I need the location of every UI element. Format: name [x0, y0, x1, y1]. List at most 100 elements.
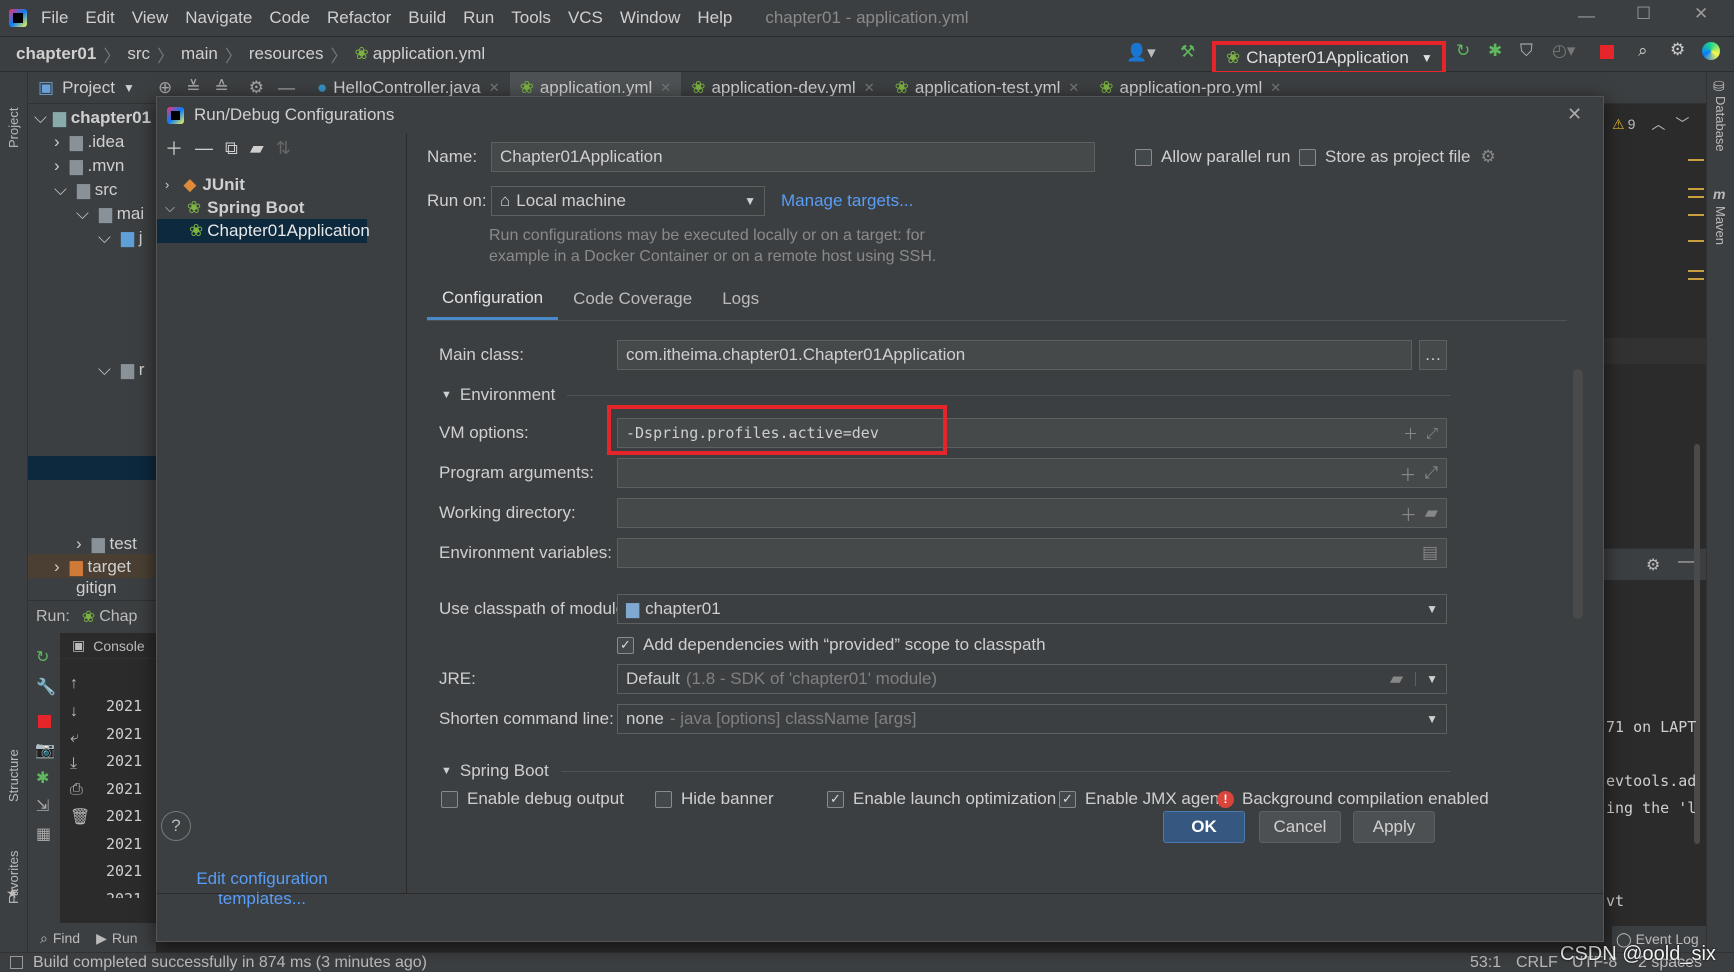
tree-chapter01-application[interactable]: ❀ Chapter01Application	[157, 219, 370, 243]
tree-item-java[interactable]: ⌵ ▆ j	[98, 226, 142, 249]
tree-item-mvn[interactable]: › ▆ .mvn	[54, 154, 124, 177]
tab-code-coverage[interactable]: Code Coverage	[558, 289, 707, 320]
enable-debug-checkbox[interactable]: Enable debug output	[441, 789, 624, 809]
warning-stripe[interactable]	[1688, 214, 1704, 216]
spring-boot-section[interactable]: ▼ Spring Boot	[441, 761, 1451, 781]
environment-section[interactable]: ▼ Environment	[441, 385, 1451, 405]
cancel-button[interactable]: Cancel	[1259, 811, 1341, 843]
find-tab[interactable]: Find	[53, 930, 80, 946]
chevron-up-icon[interactable]: ︿	[1651, 114, 1665, 134]
wrench-icon[interactable]: 🔧	[36, 677, 60, 697]
breadcrumb-resources[interactable]: resources	[249, 44, 324, 64]
jre-select[interactable]: Default (1.8 - SDK of 'chapter01' module…	[617, 664, 1447, 694]
run-tab[interactable]: Run	[112, 930, 138, 946]
manage-targets-link[interactable]: Manage targets...	[781, 191, 913, 211]
breadcrumb-src[interactable]: src	[127, 44, 150, 64]
scroll-end-icon[interactable]: ⤓	[70, 755, 94, 773]
rerun-icon[interactable]: ↻	[36, 647, 60, 667]
close-tab-icon[interactable]: ✕	[1270, 80, 1281, 96]
rerun-icon[interactable]: ↻	[1456, 41, 1470, 61]
tree-spring-boot[interactable]: ⌵ ❀ Spring Boot	[165, 196, 304, 219]
name-input[interactable]: Chapter01Application	[491, 142, 1095, 172]
new-folder-icon[interactable]: ▰	[250, 138, 264, 159]
menu-code[interactable]: Code	[269, 8, 310, 28]
breadcrumb-project[interactable]: chapter01	[16, 44, 96, 64]
main-class-input[interactable]: com.itheima.chapter01.Chapter01Applicati…	[617, 340, 1412, 370]
tool-maven-tab[interactable]: Maven	[1713, 206, 1728, 245]
tree-item-resources[interactable]: ⌵ ▆ r	[98, 358, 144, 381]
debug-icon[interactable]: ✱	[1488, 41, 1502, 61]
tree-junit[interactable]: › ◆ JUnit	[165, 173, 245, 196]
profile-icon[interactable]: ◴▾	[1552, 41, 1575, 61]
run-config-selector[interactable]: ❀ Chapter01Application ▼	[1212, 41, 1446, 75]
user-icon[interactable]: 👤▾	[1126, 43, 1156, 63]
close-dialog-icon[interactable]: ✕	[1567, 104, 1582, 125]
add-deps-checkbox[interactable]: ✓ Add dependencies with “provided” scope …	[617, 635, 1046, 655]
warning-stripe[interactable]	[1688, 196, 1704, 198]
apply-button[interactable]: Apply	[1353, 811, 1435, 843]
chevron-down-icon[interactable]: ﹀	[1675, 114, 1689, 134]
soft-wrap-icon[interactable]: ⤶	[70, 729, 94, 747]
copy-icon[interactable]: ⧉	[225, 138, 238, 159]
stop-icon[interactable]	[38, 715, 51, 728]
menu-help[interactable]: Help	[697, 8, 732, 28]
chevron-down-icon[interactable]: ▼	[1415, 672, 1438, 686]
tree-item-idea[interactable]: › ▆ .idea	[54, 130, 124, 153]
hide-panel-icon[interactable]: —	[1678, 553, 1694, 571]
arrow-up-icon[interactable]: ↑	[70, 675, 94, 693]
debug-icon[interactable]: ✱	[36, 768, 60, 788]
login-icon[interactable]: ⇲	[36, 796, 60, 816]
minimize-icon[interactable]: —	[1578, 6, 1595, 26]
tree-root[interactable]: ⌵ ▆ chapter01	[34, 106, 151, 129]
menu-tools[interactable]: Tools	[511, 8, 551, 28]
dialog-scrollbar[interactable]	[1573, 369, 1583, 619]
maximize-icon[interactable]: ☐	[1636, 4, 1651, 24]
tree-item-test[interactable]: › ▆ test	[76, 532, 137, 555]
stop-icon[interactable]	[1600, 45, 1614, 59]
tab-configuration[interactable]: Configuration	[427, 288, 559, 320]
coverage-icon[interactable]: ⛉	[1520, 41, 1533, 61]
console-tab[interactable]: ▣ Console	[60, 633, 156, 659]
project-panel-header[interactable]: ▣ Project ▼	[28, 72, 148, 104]
close-tab-icon[interactable]: ✕	[660, 80, 671, 96]
close-tab-icon[interactable]: ✕	[864, 80, 875, 96]
locate-icon[interactable]: ⊕	[158, 78, 172, 98]
program-args-input[interactable]: ＋ ⤢	[617, 458, 1447, 488]
add-icon[interactable]: ＋	[165, 135, 183, 161]
ok-button[interactable]: OK	[1163, 811, 1245, 843]
document-icon[interactable]: ▤	[1422, 543, 1438, 563]
tree-selected-row[interactable]	[28, 456, 156, 480]
line-separator[interactable]: CRLF	[1516, 954, 1558, 972]
menu-file[interactable]: File	[41, 8, 68, 28]
working-dir-input[interactable]: ＋ ▰	[617, 498, 1447, 528]
settings-gear-icon[interactable]: ⚙	[1670, 40, 1685, 60]
print-icon[interactable]: ⎙	[70, 781, 94, 799]
status-toggle-icon[interactable]	[10, 956, 23, 969]
caret-position[interactable]: 53:1	[1470, 954, 1501, 972]
tool-structure-tab[interactable]: Structure	[6, 722, 21, 802]
breadcrumb-file[interactable]: application.yml	[373, 44, 485, 64]
menu-view[interactable]: View	[132, 8, 169, 28]
gear-icon[interactable]: ⚙	[1481, 147, 1496, 167]
browse-main-class-button[interactable]: …	[1419, 340, 1447, 370]
menu-run[interactable]: Run	[463, 8, 494, 28]
shorten-select[interactable]: none - java [options] className [args] ▼	[617, 704, 1447, 734]
warning-stripe[interactable]	[1688, 278, 1704, 280]
expand-icon[interactable]: ⤢	[1424, 463, 1438, 483]
tool-database-tab[interactable]: Database	[1713, 96, 1728, 152]
run-on-select[interactable]: ⌂ Local machine ▼	[491, 186, 765, 216]
search-icon[interactable]: ⌕	[1638, 41, 1648, 61]
tool-project-tab[interactable]: Project	[6, 78, 21, 148]
folder-icon[interactable]: ▰	[1425, 503, 1438, 523]
warning-stripe[interactable]	[1688, 270, 1704, 272]
add-icon[interactable]: ＋	[1403, 423, 1418, 444]
menu-build[interactable]: Build	[408, 8, 446, 28]
inspection-widget[interactable]: ⚠ 9 ︿ ﹀	[1612, 114, 1689, 134]
expand-all-icon[interactable]: ≚	[186, 78, 200, 98]
menu-edit[interactable]: Edit	[85, 8, 114, 28]
tree-item-src[interactable]: ⌵ ▆ src	[54, 178, 117, 201]
add-icon[interactable]: ＋	[1400, 501, 1417, 526]
run-config-tab[interactable]: Chap	[99, 608, 137, 626]
enable-launch-checkbox[interactable]: ✓ Enable launch optimization	[827, 789, 1056, 809]
panel-settings-icon[interactable]: ⚙	[1646, 555, 1660, 575]
